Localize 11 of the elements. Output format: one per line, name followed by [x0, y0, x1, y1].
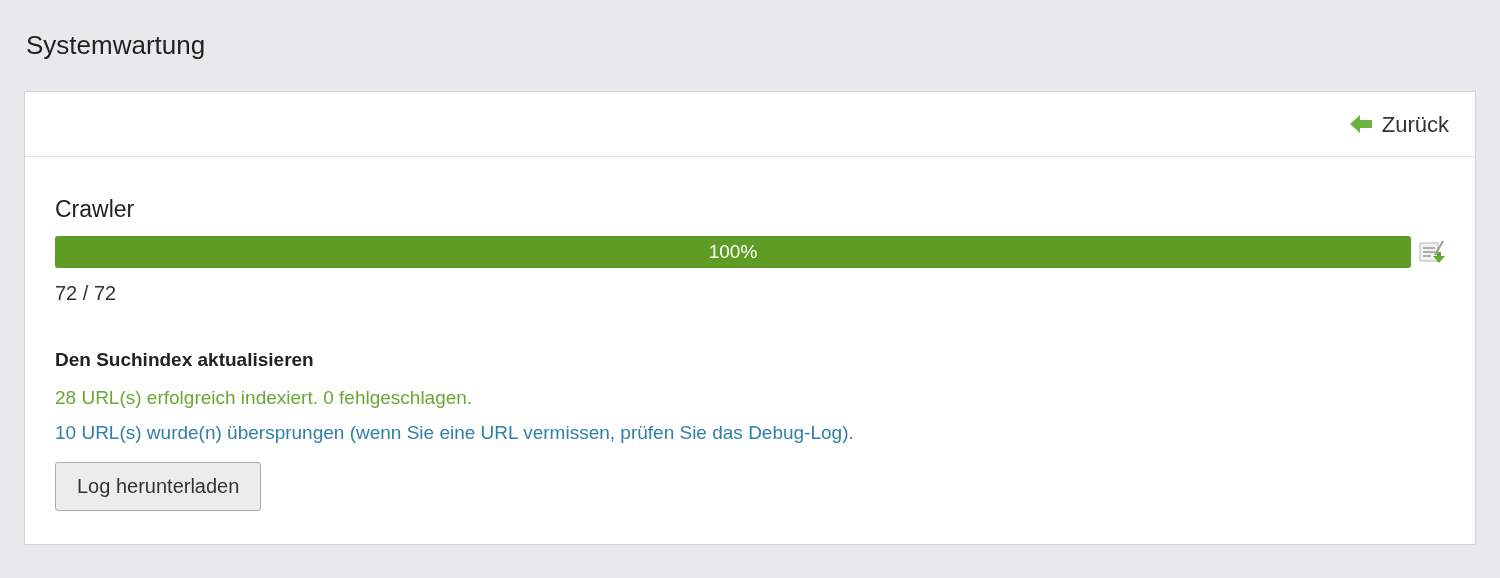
info-message: 10 URL(s) wurde(n) übersprungen (wenn Sie eine URL vermissen, prüfen Sie das Debug-Log).: [55, 420, 854, 445]
section-title: Crawler: [55, 195, 135, 223]
section-subtitle: Den Suchindex aktualisieren: [55, 348, 314, 372]
log-download-icon[interactable]: [1419, 239, 1445, 265]
back-link[interactable]: Zurück: [1349, 107, 1449, 141]
download-log-button[interactable]: Log herunterladen: [55, 461, 262, 511]
page-title: Systemwartung: [26, 29, 206, 62]
success-message: 28 URL(s) erfolgreich indexiert. 0 fehlgeschlagen.: [55, 385, 473, 410]
left-arrow-icon: [1349, 115, 1372, 133]
progress-label: 100%: [708, 239, 758, 264]
progress-count: 72 / 72: [55, 281, 117, 306]
